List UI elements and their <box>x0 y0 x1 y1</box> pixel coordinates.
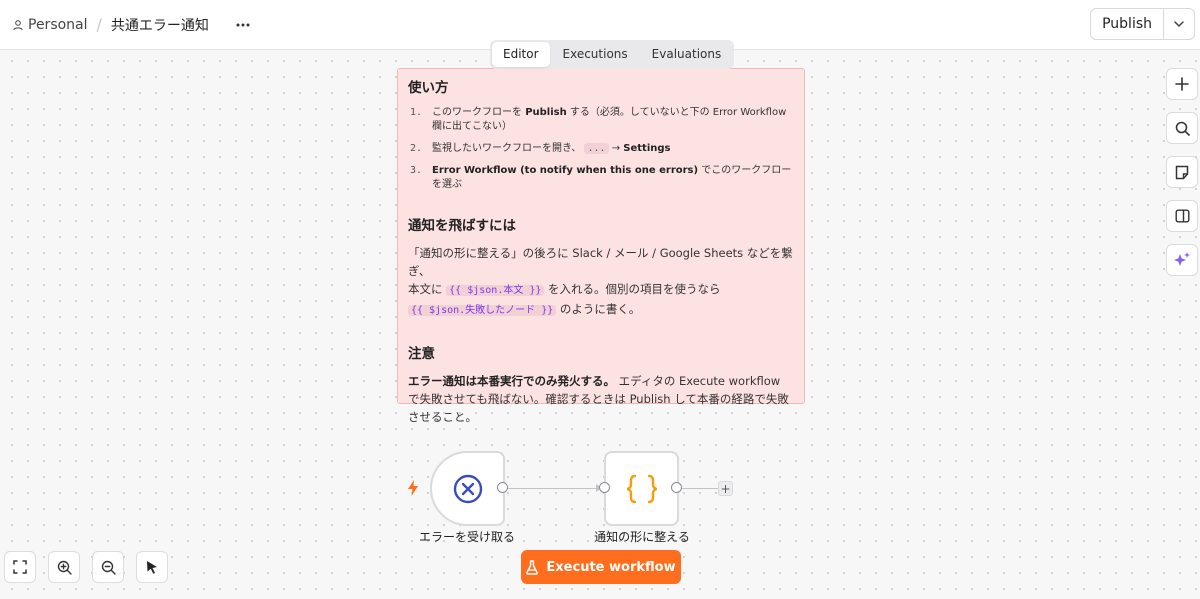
output-handle[interactable] <box>671 482 682 493</box>
list-item: 2. 監視したいワークフローを開き、 ... → Settings <box>410 142 794 156</box>
more-horizontal-icon <box>236 23 250 26</box>
code-node[interactable] <box>604 451 679 526</box>
zoom-in-icon <box>57 560 72 575</box>
sticky-note-icon <box>1175 165 1189 179</box>
zoom-out-icon <box>101 560 116 575</box>
sticky-heading-notify: 通知を飛ばすには <box>408 218 516 234</box>
zoom-toolbar <box>4 551 168 583</box>
inline-code: {{ $json.本文 }} <box>446 285 545 296</box>
zoom-in-button[interactable] <box>48 551 80 583</box>
publish-options-button[interactable] <box>1164 9 1194 39</box>
step-bold: Publish <box>525 107 567 118</box>
view-tabs: Editor Executions Evaluations <box>490 40 735 69</box>
error-trigger-node[interactable] <box>430 451 505 526</box>
add-node-button[interactable]: + <box>718 481 733 496</box>
tab-editor[interactable]: Editor <box>492 42 550 67</box>
fit-view-icon <box>13 560 27 574</box>
tidy-up-button[interactable] <box>136 551 168 583</box>
notify-paragraph: 「通知の形に整える」の後ろに Slack / メール / Google Shee… <box>408 244 794 320</box>
note-bold: エラー通知は本番実行でのみ発火する。 <box>408 374 615 388</box>
notify-text: のように書く。 <box>556 302 641 316</box>
error-trigger-x-icon <box>453 474 482 503</box>
connection-edge[interactable] <box>508 484 602 492</box>
lightning-bolt-icon <box>408 480 418 496</box>
publish-group: Publish <box>1090 8 1195 40</box>
chevron-down-icon <box>1174 21 1184 28</box>
add-node-panel-button[interactable] <box>1166 68 1198 100</box>
node-label-trigger: エラーを受け取る <box>418 530 515 544</box>
execute-workflow-button[interactable]: Execute workflow <box>521 550 681 584</box>
flask-icon <box>526 559 539 575</box>
connection-stub <box>682 488 718 489</box>
workflow-name[interactable]: 共通エラー通知 <box>111 15 209 35</box>
inline-code: ... <box>584 143 609 154</box>
panel-toggle-icon <box>1175 209 1190 223</box>
tab-executions[interactable]: Executions <box>552 42 639 67</box>
usage-steps: 1. このワークフローを Publish する（必須。していないと下の Erro… <box>410 106 794 192</box>
output-handle[interactable] <box>497 482 508 493</box>
search-icon <box>1175 121 1190 136</box>
sticky-note[interactable]: 使い方 1. このワークフローを Publish する（必須。していないと下の … <box>397 68 805 424</box>
list-item: 3. Error Workflow (to notify when this o… <box>410 164 794 192</box>
plus-icon: + <box>720 481 731 496</box>
step-text-part: 監視したいワークフローを開き、 <box>432 143 585 154</box>
code-braces-icon <box>626 474 657 503</box>
step-number: 1. <box>410 107 423 118</box>
search-button[interactable] <box>1166 112 1198 144</box>
add-sticky-button[interactable] <box>1166 156 1198 188</box>
ai-assistant-button[interactable] <box>1166 244 1198 276</box>
plus-icon <box>1175 77 1189 91</box>
step-text: このワークフローを Publish する（必須。していないと下の Error W… <box>432 106 794 134</box>
fit-view-button[interactable] <box>4 551 36 583</box>
arrow-text: → <box>608 143 624 154</box>
step-text-part: このワークフローを <box>432 107 526 118</box>
publish-button[interactable]: Publish <box>1091 9 1164 39</box>
notify-text: 本文に <box>408 282 447 296</box>
step-number: 3. <box>410 165 423 176</box>
notify-text: を入れる。個別の項目を使うなら <box>544 282 721 296</box>
node-label-code: 通知の形に整える <box>594 530 690 544</box>
toggle-panel-button[interactable] <box>1166 200 1198 232</box>
list-item: 1. このワークフローを Publish する（必須。していないと下の Erro… <box>410 106 794 134</box>
step-bold: Settings <box>623 143 671 154</box>
ai-sparkle-icon <box>1174 252 1190 266</box>
inline-code: {{ $json.失敗したノード }} <box>408 305 557 316</box>
tidy-up-icon <box>147 561 157 574</box>
workspace-link[interactable]: Personal <box>28 17 88 33</box>
notify-text: 「通知の形に整える」の後ろに Slack / メール / Google Shee… <box>408 246 793 278</box>
right-toolbar <box>1166 68 1198 276</box>
zoom-out-button[interactable] <box>92 551 124 583</box>
sticky-heading-note: 注意 <box>408 346 435 362</box>
sticky-heading-usage: 使い方 <box>408 80 449 96</box>
step-text: Error Workflow (to notify when this one … <box>432 164 794 192</box>
step-number: 2. <box>410 143 423 154</box>
person-icon <box>13 19 23 30</box>
step-text: 監視したいワークフローを開き、 ... → Settings <box>432 142 671 156</box>
more-options-button[interactable] <box>235 17 251 33</box>
execute-label: Execute workflow <box>546 559 676 575</box>
note-paragraph: エラー通知は本番実行でのみ発火する。 エディタの Execute workflo… <box>408 372 794 426</box>
breadcrumb: Personal / 共通エラー通知 <box>12 15 209 35</box>
tab-evaluations[interactable]: Evaluations <box>641 42 733 67</box>
breadcrumb-separator: / <box>96 15 102 34</box>
input-handle[interactable] <box>599 482 610 493</box>
step-bold: Error Workflow (to notify when this one … <box>432 165 699 176</box>
